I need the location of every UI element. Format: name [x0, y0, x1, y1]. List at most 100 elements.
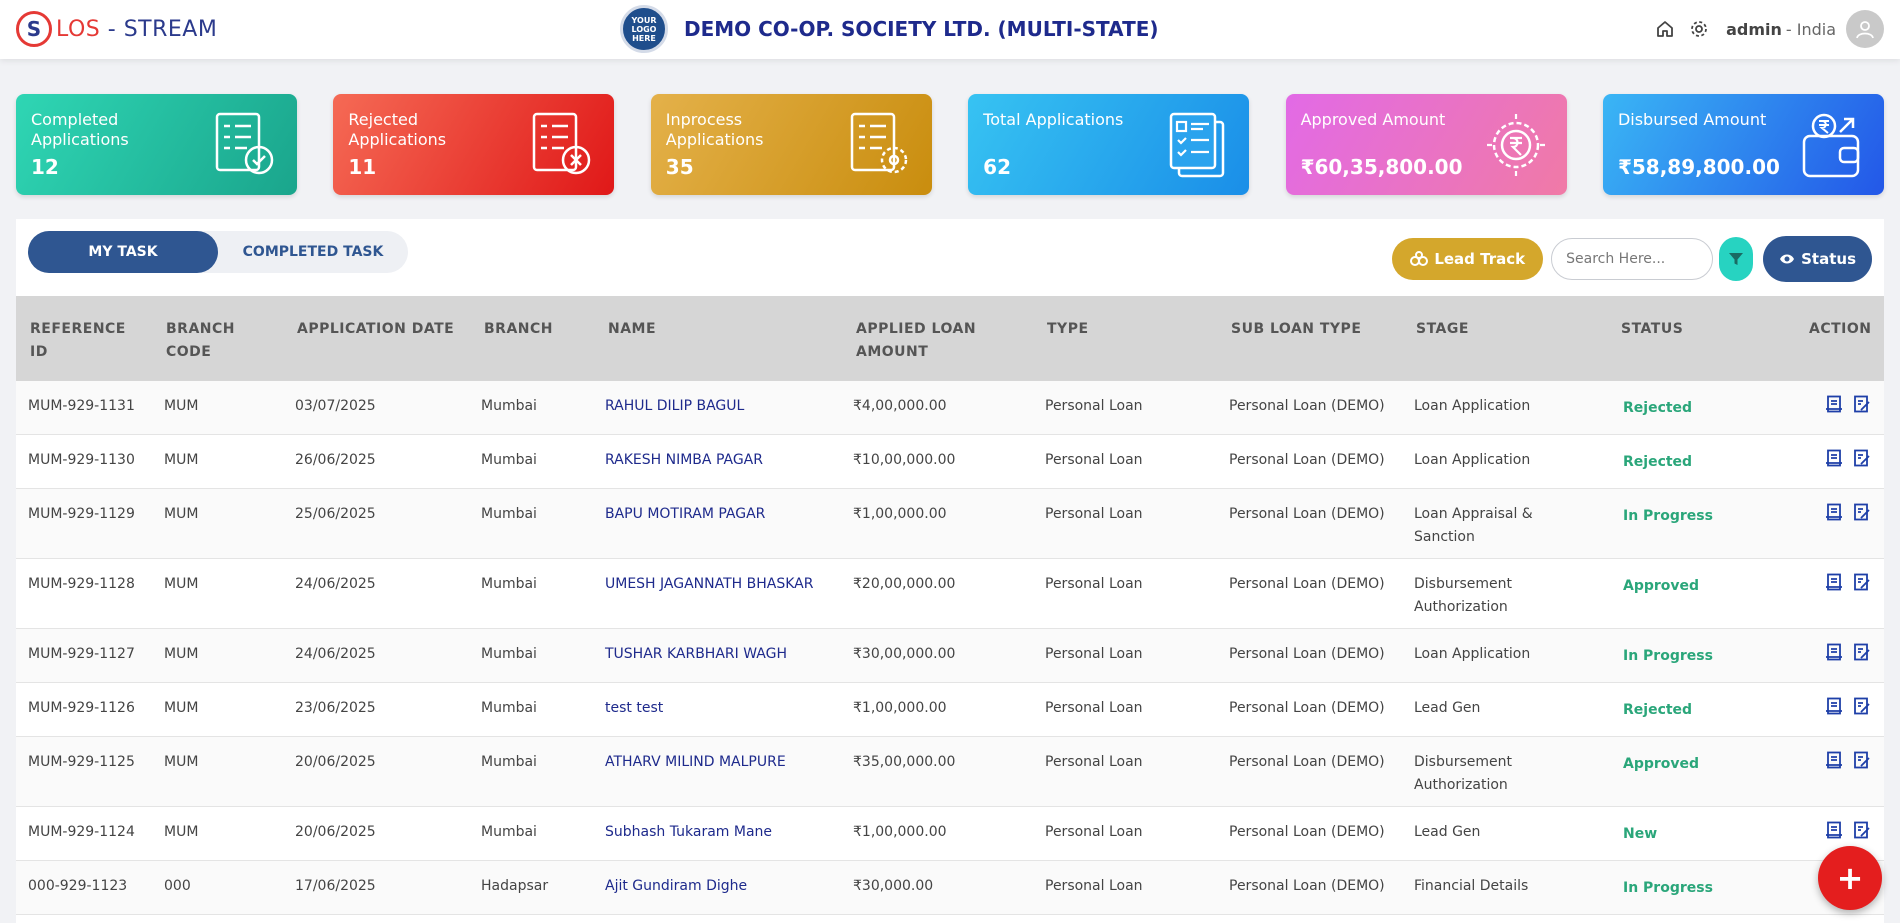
card-value: 62 [983, 155, 1012, 179]
card-inprocess-applications[interactable]: Inprocess Applications 35 [650, 94, 932, 195]
task-toolbar: Lead Track Status [1392, 236, 1872, 282]
cell-name[interactable]: UMESH JAGANNATH BHASKAR [605, 573, 845, 596]
cell-branch: Mumbai [481, 824, 537, 840]
card-label: Disbursed Amount [1617, 110, 1767, 129]
filter-button[interactable] [1719, 237, 1754, 281]
view-document-icon[interactable] [1824, 572, 1844, 592]
cell-applied-loan-amount: ₹1,00,000.00 [853, 700, 947, 716]
logo-s-icon: S [16, 11, 52, 47]
col-reference-id[interactable]: REFERENCE ID [30, 318, 140, 364]
view-document-icon[interactable] [1824, 750, 1844, 770]
col-applied-loan-amount[interactable]: APPLIED LOAN AMOUNT [856, 318, 986, 364]
cell-name[interactable]: RAKESH NIMBA PAGAR [605, 449, 845, 472]
cell-stage: Lead Gen [1414, 824, 1481, 840]
cell-applied-loan-amount: ₹1,00,000.00 [853, 824, 947, 840]
cell-branch-code: MUM [164, 646, 199, 662]
table-row: 000-929-1123 000 17/06/2025 Hadapsar Ajit Gu… [16, 861, 1884, 915]
tab-my-task[interactable]: MY TASK [28, 231, 218, 273]
row-actions [1816, 820, 1872, 840]
app-logo[interactable]: S LOS - STREAM [16, 11, 217, 47]
cell-applied-loan-amount: ₹4,00,000.00 [853, 398, 947, 414]
view-document-icon[interactable] [1824, 448, 1844, 468]
row-actions [1816, 572, 1872, 592]
cell-applied-loan-amount: ₹1,00,000.00 [853, 506, 947, 522]
view-document-icon[interactable] [1824, 820, 1844, 840]
col-action: ACTION [1809, 321, 1872, 337]
col-branch-code[interactable]: BRANCH CODE [166, 318, 276, 364]
search-input[interactable] [1551, 238, 1714, 280]
cell-status: Approved [1623, 578, 1700, 594]
view-document-icon[interactable] [1824, 696, 1844, 716]
card-total-applications[interactable]: Total Applications 62 [968, 94, 1250, 195]
edit-document-icon[interactable] [1852, 394, 1872, 414]
lead-track-button[interactable]: Lead Track [1392, 238, 1544, 280]
home-icon[interactable] [1652, 16, 1678, 42]
cell-stage: Loan Appraisal & Sanction [1414, 506, 1533, 545]
wallet-rupee-icon [1802, 113, 1860, 178]
col-status[interactable]: STATUS [1621, 318, 1683, 341]
col-type[interactable]: TYPE [1047, 318, 1089, 341]
edit-document-icon[interactable] [1852, 448, 1872, 468]
cell-application-date: 26/06/2025 [295, 452, 376, 468]
row-actions [1816, 394, 1872, 414]
card-label: Total Applications [983, 110, 1124, 129]
cell-name[interactable]: BAPU MOTIRAM PAGAR [605, 503, 845, 526]
cell-stage: Financial Details [1414, 878, 1529, 894]
cell-name[interactable]: RAHUL DILIP BAGUL [605, 395, 845, 418]
user-avatar-icon[interactable] [1846, 10, 1884, 48]
col-branch[interactable]: BRANCH [484, 318, 553, 341]
status-button[interactable]: Status [1763, 236, 1872, 282]
cell-name[interactable]: TUSHAR KARBHARI WAGH [605, 643, 845, 666]
cell-application-date: 20/06/2025 [295, 754, 376, 770]
cell-branch: Mumbai [481, 700, 537, 716]
task-tabs: MY TASK COMPLETED TASK [28, 231, 408, 273]
org-logo-badge: YOUR LOGO HERE [620, 5, 668, 53]
add-application-button[interactable]: + [1818, 846, 1882, 910]
edit-document-icon[interactable] [1852, 696, 1872, 716]
table-row: MUM-929-1128 MUM 24/06/2025 Mumbai UMESH JAG… [16, 559, 1884, 629]
cell-branch-code: MUM [164, 398, 199, 414]
cell-name[interactable]: Subhash Tukaram Mane [605, 821, 845, 844]
col-application-date[interactable]: APPLICATION DATE [297, 318, 477, 341]
cell-name[interactable]: test test [605, 697, 845, 720]
cell-reference-id: MUM-929-1128 [28, 576, 135, 592]
checklist-gear-icon [850, 112, 908, 174]
col-stage[interactable]: STAGE [1416, 318, 1469, 341]
top-header: S LOS - STREAM YOUR LOGO HERE DEMO CO-OP… [0, 0, 1900, 59]
cell-reference-id: MUM-929-1125 [28, 754, 135, 770]
cell-name[interactable]: ATHARV MILIND MALPURE [605, 751, 845, 774]
cell-application-date: 17/06/2025 [295, 878, 376, 894]
col-sub-loan-type[interactable]: SUB LOAN TYPE [1231, 318, 1361, 341]
card-rejected-applications[interactable]: Rejected Applications 11 [333, 94, 615, 195]
cell-applied-loan-amount: ₹30,00,000.00 [853, 646, 956, 662]
cell-status: Rejected [1623, 400, 1693, 416]
view-document-icon[interactable] [1824, 502, 1844, 522]
card-approved-amount[interactable]: Approved Amount ₹60,35,800.00 [1285, 94, 1567, 195]
edit-document-icon[interactable] [1852, 572, 1872, 592]
user-name[interactable]: admin [1726, 20, 1782, 39]
tab-completed-task[interactable]: COMPLETED TASK [218, 231, 408, 273]
cell-reference-id: MUM-929-1127 [28, 646, 135, 662]
view-document-icon[interactable] [1824, 394, 1844, 414]
cell-type: Personal Loan [1045, 700, 1143, 716]
checklist-check-icon [215, 112, 274, 175]
edit-document-icon[interactable] [1852, 820, 1872, 840]
edit-document-icon[interactable] [1852, 502, 1872, 522]
card-label: Inprocess Applications [665, 110, 764, 149]
view-document-icon[interactable] [1824, 642, 1844, 662]
header-user-area: admin - India [1652, 10, 1884, 48]
card-completed-applications[interactable]: Completed Applications 12 [16, 94, 297, 195]
gear-icon[interactable] [1686, 16, 1712, 42]
lead-track-label: Lead Track [1434, 250, 1526, 268]
eye-icon [1780, 254, 1795, 264]
cell-branch-code: MUM [164, 576, 199, 592]
cell-name[interactable]: Ajit Gundiram Dighe [605, 875, 845, 898]
card-disbursed-amount[interactable]: Disbursed Amount ₹58,89,800.00 [1602, 94, 1884, 195]
edit-document-icon[interactable] [1852, 642, 1872, 662]
summary-cards: Completed Applications 12 Rejected Appli… [16, 94, 1884, 195]
edit-document-icon[interactable] [1852, 750, 1872, 770]
col-name[interactable]: NAME [608, 318, 656, 341]
cell-sub-loan-type: Personal Loan (DEMO) [1229, 700, 1385, 716]
row-actions [1816, 642, 1872, 662]
cell-status: Rejected [1623, 454, 1693, 470]
